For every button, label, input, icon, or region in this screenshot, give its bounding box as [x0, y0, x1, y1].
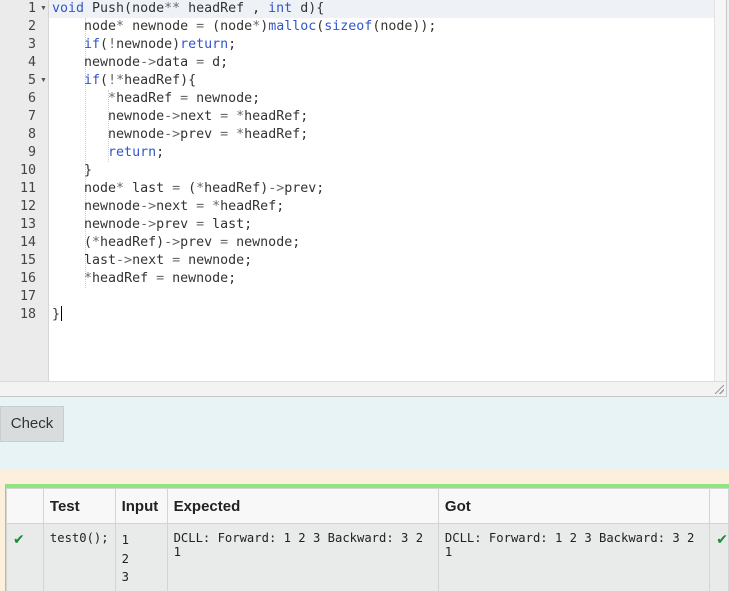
code-text: return;: [108, 145, 165, 160]
line-number: 9: [27, 145, 36, 160]
code-text: (*headRef)->prev = newnode;: [52, 235, 301, 250]
results-header-row: Test Input Expected Got: [6, 488, 729, 524]
code-line[interactable]: node* last = (*headRef)->prev;: [49, 180, 726, 198]
code-area[interactable]: void Push(node** headRef , int d){ node*…: [49, 0, 726, 382]
code-line[interactable]: last->next = newnode;: [49, 252, 726, 270]
code-line[interactable]: newnode->next = *headRef;: [49, 198, 726, 216]
code-text: newnode->prev = *headRef;: [52, 127, 309, 142]
code-line[interactable]: newnode->data = d;: [49, 54, 726, 72]
code-text: }: [52, 306, 63, 322]
code-line[interactable]: if(!newnode)return;: [49, 36, 726, 54]
code-line[interactable]: newnode->prev = *headRef;: [49, 126, 726, 144]
line-number: 14: [19, 235, 36, 250]
code-text: }: [52, 163, 93, 178]
code-line[interactable]: [49, 288, 726, 306]
check-button[interactable]: Check: [0, 406, 64, 442]
line-number: 11: [19, 181, 36, 196]
header-expected: Expected: [166, 488, 439, 524]
line-number: 10: [19, 163, 36, 178]
line-number: 17: [19, 289, 36, 304]
code-text: last->next = newnode;: [52, 253, 253, 268]
code-line[interactable]: node* newnode = (node*)malloc(sizeof(nod…: [49, 18, 726, 36]
line-number: 15: [19, 253, 36, 268]
code-text: *headRef = newnode;: [84, 271, 237, 286]
test-cell: test0();: [42, 523, 116, 591]
table-row: ✔ test0(); 1 2 3 DCLL: Forward: 1 2 3 Ba…: [6, 523, 729, 591]
line-number: 16: [19, 271, 36, 286]
code-text: *headRef = newnode;: [108, 91, 261, 106]
status-cell: ✔: [6, 523, 44, 591]
code-editor[interactable]: 1 ▼ 2 3 4 5 ▼ 6 7 8 9 10 11 12 13 14 15 16 17 18 void Push(…: [0, 0, 727, 397]
header-input: Input: [114, 488, 168, 524]
header-status: [6, 488, 44, 524]
header-got: Got: [437, 488, 711, 524]
code-text: node* last = (*headRef)->prev;: [52, 181, 325, 196]
line-number: 12: [19, 199, 36, 214]
input-cell: 1 2 3: [114, 523, 168, 591]
code-text: newnode->next = *headRef;: [52, 199, 285, 214]
check-icon: ✔: [716, 532, 728, 548]
input-value: 2: [121, 551, 129, 566]
line-number: 5: [27, 73, 36, 88]
tail-cell: ✔: [709, 523, 729, 591]
header-test: Test: [42, 488, 116, 524]
expected-cell: DCLL: Forward: 1 2 3 Backward: 3 2 1: [166, 523, 439, 591]
fold-arrow-icon[interactable]: ▼: [40, 72, 48, 90]
vertical-scrollbar[interactable]: [714, 0, 726, 382]
input-value: 1: [121, 533, 129, 547]
line-number: 18: [19, 307, 36, 322]
code-line[interactable]: if(!*headRef){: [49, 72, 726, 90]
line-number: 3: [27, 37, 36, 52]
code-line[interactable]: newnode->next = *headRef;: [49, 108, 726, 126]
code-text: node* newnode = (node*)malloc(sizeof(nod…: [52, 19, 437, 34]
line-number: 7: [27, 109, 36, 124]
line-number: 13: [19, 217, 36, 232]
code-line[interactable]: *headRef = newnode;: [49, 90, 726, 108]
line-number: 8: [27, 127, 36, 142]
line-number: 1: [27, 1, 36, 16]
fold-arrow-icon[interactable]: ▼: [40, 0, 48, 18]
code-line[interactable]: newnode->prev = last;: [49, 216, 726, 234]
code-line[interactable]: return;: [49, 144, 726, 162]
code-text: if(!*headRef){: [84, 73, 197, 88]
code-line[interactable]: }: [49, 162, 726, 180]
code-text: newnode->prev = last;: [52, 217, 253, 232]
horizontal-scrollbar[interactable]: [0, 381, 726, 396]
got-cell: DCLL: Forward: 1 2 3 Backward: 3 2 1: [437, 523, 711, 591]
resize-grip-icon[interactable]: [715, 385, 724, 394]
results-table-container: Test Input Expected Got ✔ test0(); 1 2 3…: [5, 484, 729, 591]
code-text: void Push(node** headRef , int d){: [52, 1, 325, 16]
code-line[interactable]: (*headRef)->prev = newnode;: [49, 234, 726, 252]
line-number: 4: [27, 55, 36, 70]
code-text: if(!newnode)return;: [84, 37, 237, 52]
code-text: newnode->next = *headRef;: [52, 109, 309, 124]
input-value: 3: [121, 570, 129, 584]
check-icon: ✔: [13, 532, 25, 548]
text-cursor: [61, 306, 63, 321]
line-number: 6: [27, 91, 36, 106]
line-number: 2: [27, 19, 36, 34]
code-line[interactable]: *headRef = newnode;: [49, 270, 726, 288]
line-number-gutter: 1 ▼ 2 3 4 5 ▼ 6 7 8 9 10 11 12 13 14 15 16 17 18: [0, 0, 49, 382]
header-tail: [709, 488, 729, 524]
results-table: Test Input Expected Got ✔ test0(); 1 2 3…: [6, 488, 729, 591]
code-text: newnode->data = d;: [52, 55, 229, 70]
code-line[interactable]: }: [49, 306, 726, 324]
code-line[interactable]: void Push(node** headRef , int d){: [49, 0, 726, 18]
